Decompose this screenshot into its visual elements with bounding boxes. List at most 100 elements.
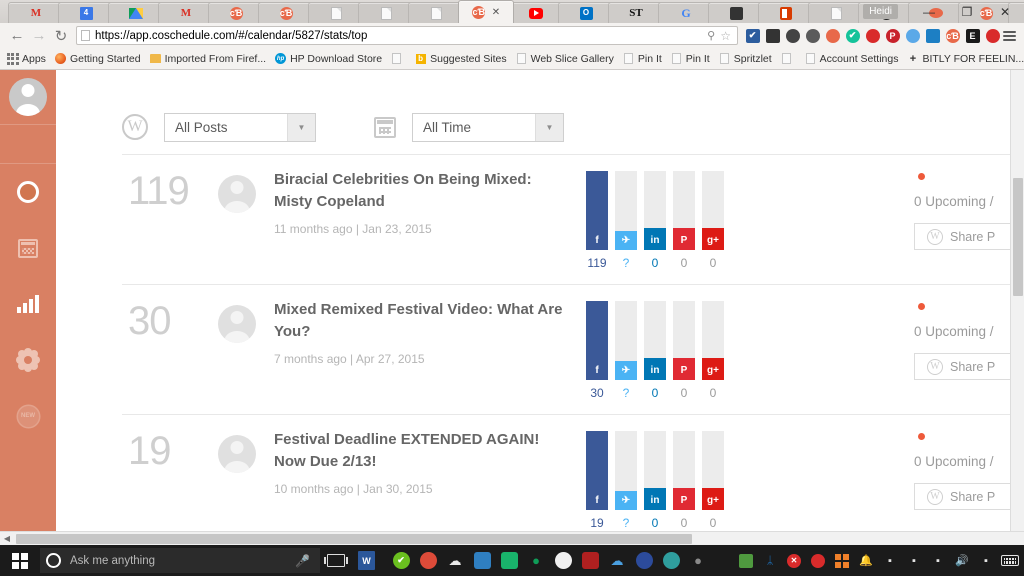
linkedin-icon[interactable]: in	[644, 491, 666, 510]
bookmark-item[interactable]: + BITLY FOR FEELIN...	[904, 50, 1024, 68]
facebook-icon[interactable]: f	[586, 231, 608, 250]
post-title[interactable]: Mixed Remixed Festival Video: What Are Y…	[274, 299, 574, 343]
bookmark-item[interactable]: b Suggested Sites	[412, 50, 512, 68]
browser-tab[interactable]: M	[8, 2, 64, 23]
tray-battery-icon[interactable]: ▪	[902, 545, 926, 576]
browser-tab[interactable]: 4	[58, 2, 114, 23]
tray-evernote-icon[interactable]	[734, 545, 758, 576]
bookmark-item[interactable]	[388, 50, 412, 68]
blocker-icon[interactable]	[984, 27, 1001, 44]
hootsuite-owl-icon[interactable]	[764, 27, 781, 44]
taskbar-app-green-icon[interactable]	[496, 545, 522, 576]
tray-error-icon[interactable]: ✕	[782, 545, 806, 576]
time-range-select[interactable]: All Time ▼	[412, 112, 564, 142]
chrome-menu-icon[interactable]	[1001, 27, 1018, 44]
tray-bell-icon[interactable]: 🔔	[854, 545, 878, 576]
pinterest-icon[interactable]: P	[673, 231, 695, 250]
social-bar-facebook[interactable]: f 30	[586, 301, 608, 400]
avatar[interactable]	[9, 78, 47, 116]
browser-tab[interactable]	[808, 2, 864, 23]
browser-tab[interactable]	[308, 2, 364, 23]
start-button[interactable]	[0, 545, 40, 576]
sidebar-item-dashboard[interactable]	[0, 164, 56, 220]
tray-wifi-icon[interactable]: ▪	[926, 545, 950, 576]
taskbar-white-circle-icon[interactable]	[550, 545, 576, 576]
share-post-button[interactable]: W Share P	[914, 483, 1024, 510]
monkey-icon[interactable]	[824, 27, 841, 44]
browser-tab[interactable]	[358, 2, 414, 23]
back-icon[interactable]: ←	[6, 25, 28, 47]
bookmark-item[interactable]: hp HP Download Store	[272, 50, 388, 68]
browser-tab[interactable]	[408, 2, 464, 23]
post-row[interactable]: 19 Festival Deadline EXTENDED AGAIN! Now …	[122, 414, 1024, 544]
browser-tab[interactable]: cƁ	[258, 2, 314, 23]
taskbar-chrome-icon[interactable]	[415, 545, 441, 576]
close-button[interactable]: ✕	[986, 0, 1024, 23]
pinterest-icon[interactable]: P	[673, 361, 695, 380]
chevron-down-icon[interactable]: ▼	[287, 113, 315, 141]
pinterest-icon[interactable]: P	[673, 491, 695, 510]
googleplus-icon[interactable]: g+	[702, 231, 724, 250]
pinterest-icon[interactable]: P	[884, 27, 901, 44]
taskbar-onedrive-icon[interactable]: ☁	[442, 545, 468, 576]
social-bar-linkedin[interactable]: in 0	[644, 171, 666, 270]
microphone-icon[interactable]: 🎤	[295, 554, 310, 568]
minimize-button[interactable]: —	[910, 0, 948, 23]
bookmark-item[interactable]: Pin It	[620, 50, 668, 68]
browser-tab[interactable]	[508, 2, 564, 23]
post-title[interactable]: Biracial Celebrities On Being Mixed: Mis…	[274, 169, 574, 213]
vertical-scrollbar-thumb[interactable]	[1013, 178, 1023, 296]
browser-tab[interactable]: G	[658, 2, 714, 23]
googleplus-icon[interactable]: g+	[702, 491, 724, 510]
pocket-icon[interactable]	[784, 27, 801, 44]
social-bar-googleplus[interactable]: g+ 0	[702, 301, 724, 400]
horizontal-scrollbar[interactable]: ◀	[0, 531, 1024, 545]
facebook-icon[interactable]: f	[586, 361, 608, 380]
bookmark-item[interactable]: Spritzlet	[716, 50, 778, 68]
maximize-button[interactable]: ❐	[948, 0, 986, 23]
browser-tab[interactable]: cƁ	[208, 2, 264, 23]
taskbar-word-app[interactable]: W	[351, 545, 382, 576]
bookmark-item[interactable]: Apps	[4, 50, 52, 68]
horizontal-scrollbar-thumb[interactable]	[16, 533, 692, 544]
social-bar-twitter[interactable]: ✈?	[615, 171, 637, 270]
taskbar-google-drive-icon[interactable]: ●	[523, 545, 549, 576]
close-icon[interactable]: ✕	[492, 7, 500, 18]
facebook-icon[interactable]: f	[586, 491, 608, 510]
taskbar-app-blue-icon[interactable]	[469, 545, 495, 576]
tray-notification-icon[interactable]: ▪	[974, 545, 998, 576]
taskbar-cloud-blue-icon[interactable]: ☁	[604, 545, 630, 576]
share-post-button[interactable]: W Share P	[914, 223, 1024, 250]
grammarly-icon[interactable]: ✔	[844, 27, 861, 44]
bookmark-item[interactable]	[778, 50, 802, 68]
swoosh-icon[interactable]	[904, 27, 921, 44]
tray-volume-icon[interactable]: 🔊	[950, 545, 974, 576]
browser-tab[interactable]: O	[558, 2, 614, 23]
browser-tab[interactable]: ST	[608, 2, 664, 23]
social-bar-pinterest[interactable]: P0	[673, 431, 695, 530]
social-bar-facebook[interactable]: f 19	[586, 431, 608, 530]
bookmark-star-icon[interactable]: ☆	[720, 29, 731, 43]
post-row[interactable]: 119 Biracial Celebrities On Being Mixed: …	[122, 154, 1024, 284]
social-bar-facebook[interactable]: f 119	[586, 171, 608, 270]
address-bar[interactable]: https://app.coschedule.com/#/calendar/58…	[76, 26, 738, 45]
todoist-icon[interactable]: ✔	[744, 27, 761, 44]
reload-icon[interactable]: ↻	[50, 25, 72, 47]
bookmark-item[interactable]: Imported From Firef...	[147, 50, 273, 68]
tray-swirl-icon[interactable]	[806, 545, 830, 576]
social-bar-linkedin[interactable]: in 0	[644, 301, 666, 400]
tray-dropbox-icon[interactable]: ▪	[878, 545, 902, 576]
post-title[interactable]: Festival Deadline EXTENDED AGAIN! Now Du…	[274, 429, 574, 473]
trello-icon[interactable]	[924, 27, 941, 44]
post-row[interactable]: 30 Mixed Remixed Festival Video: What Are…	[122, 284, 1024, 414]
tray-microsoft-icon[interactable]	[830, 545, 854, 576]
chevron-down-icon[interactable]: ▼	[535, 113, 563, 141]
social-bar-pinterest[interactable]: P0	[673, 301, 695, 400]
linkedin-icon[interactable]: in	[644, 231, 666, 250]
taskbar-blue-oval-icon[interactable]	[631, 545, 657, 576]
sidebar-item-analytics[interactable]	[0, 276, 56, 332]
taskbar-bird-blocked-icon[interactable]: ●	[685, 545, 711, 576]
profile-name[interactable]: Heidi	[863, 4, 898, 19]
search-icon[interactable]: ⚲	[707, 29, 715, 42]
sidebar-item-calendar[interactable]	[0, 220, 56, 276]
